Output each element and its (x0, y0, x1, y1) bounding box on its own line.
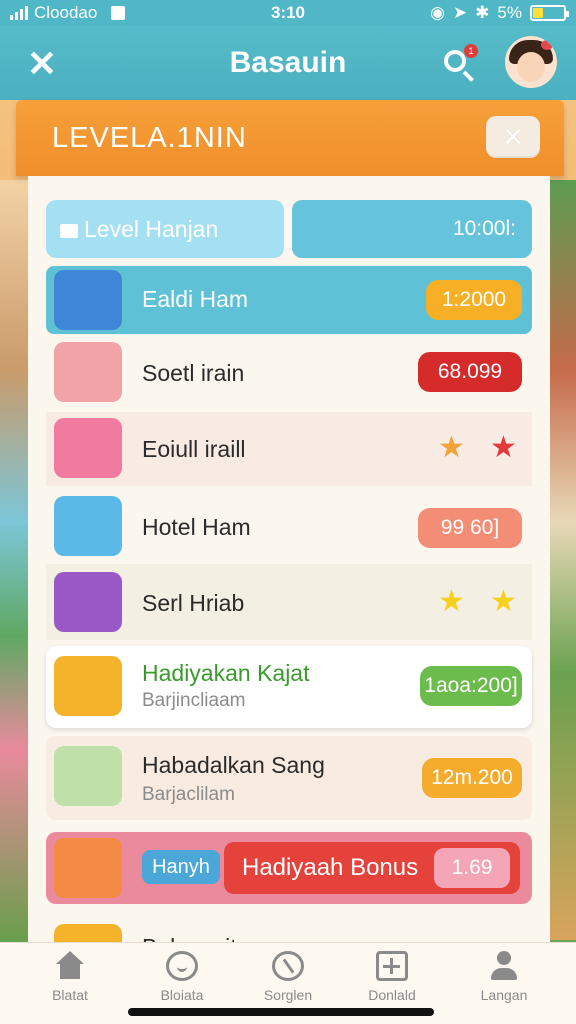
item-label: Hadiyakan Kajat (142, 660, 310, 686)
close-icon: × (503, 118, 523, 156)
star-icon: ★ (438, 585, 465, 618)
navigation-icon: ➤ (452, 3, 468, 22)
list-item[interactable]: Ealdi Ham 1:2000 (46, 266, 532, 334)
home-indicator[interactable] (128, 1008, 434, 1016)
bonus-button[interactable]: Hadiyaah Bonus 1.69 (224, 842, 520, 894)
nav-label: Sorglen (263, 987, 313, 1003)
bluetooth-icon: ✱ (475, 3, 490, 22)
list-item[interactable]: Serl Hriab ★ ★ (46, 564, 532, 640)
bonus-label: Hadiyaah Bonus (242, 854, 419, 881)
nav-profile[interactable]: Langan (454, 951, 554, 1015)
list-item[interactable]: Soetl irain 68.099 (46, 334, 532, 408)
battery-icon (530, 5, 569, 21)
carrier-info: Cloodao (10, 3, 126, 23)
star-icon: ★ (490, 431, 517, 464)
bonus-tag[interactable]: Hanyh (142, 850, 220, 884)
item-subtitle: Barjaclilam (142, 784, 235, 805)
list-item[interactable]: Habadalkan Sang Barjaclilam 12m.200 (46, 736, 532, 820)
list-item[interactable]: Hotel Ham 99 60] (46, 490, 532, 564)
page-title: Basauin (229, 46, 347, 79)
avatar[interactable] (505, 36, 557, 88)
reward-list-panel: Level Hanjan 10:00l: Ealdi Ham 1:2000 So… (28, 176, 550, 956)
home-icon (54, 951, 86, 981)
gift-box-icon (54, 342, 122, 402)
item-label: Soetl irain (142, 360, 245, 386)
modal-title: LEVELA.1NIN (52, 122, 247, 154)
nav-label: Langan (480, 987, 528, 1003)
bell-icon (166, 951, 198, 981)
tab-level-label: Level Hanjan (84, 216, 219, 242)
notification-badge: 1 (464, 44, 478, 58)
search-icon (444, 50, 466, 72)
ticket-icon (54, 270, 122, 330)
food-basket-icon (54, 746, 122, 806)
plus-icon (376, 951, 408, 981)
nav-add[interactable]: Donlald (342, 951, 442, 1015)
item-label: Habadalkan Sang (142, 752, 325, 778)
item-value: 1aoa:200] (420, 666, 522, 706)
modal-header: LEVELA.1NIN × (16, 100, 564, 176)
nav-label: Bloiata (160, 987, 204, 1003)
level-icon (60, 224, 78, 238)
item-label: Eoiull iraill (142, 436, 246, 462)
item-value: 12m.200 (422, 758, 522, 798)
gift-box-icon (54, 496, 122, 556)
tab-level[interactable]: Level Hanjan (46, 200, 284, 258)
nav-home[interactable]: Blatat (20, 951, 120, 1015)
gift-box-icon (54, 418, 122, 478)
star-icon: ★ (490, 585, 517, 618)
item-label: Serl Hriab (142, 590, 245, 616)
search-button[interactable]: 1 (440, 44, 478, 82)
item-value: 1:2000 (426, 280, 522, 320)
signal-icon (10, 6, 28, 20)
list-item-bonus[interactable]: Hanyh Hadiyaah Bonus 1.69 (46, 832, 532, 904)
star-icon: ★ (438, 431, 465, 464)
gift-box-icon (54, 838, 122, 898)
item-label: Ealdi Ham (142, 286, 249, 312)
list-item[interactable]: Hadiyakan Kajat Barjincliaam 1aoa:200] (46, 646, 532, 728)
status-bar: Cloodao 3:10 ◉ ➤ ✱ 5% (0, 0, 576, 26)
gift-box-icon (54, 656, 122, 716)
nav-label: Donlald (368, 987, 416, 1003)
notification-icon (111, 6, 126, 20)
badge-icon (54, 572, 122, 632)
level-tab-bar: Level Hanjan 10:00l: (46, 200, 532, 258)
battery-percent: 5% (497, 3, 522, 22)
app-header: ✕ Basauin 1 (0, 26, 576, 100)
wrench-icon (272, 951, 304, 981)
nav-notifications[interactable]: Bloiata (132, 951, 232, 1015)
back-button[interactable]: ✕ (22, 44, 62, 84)
background-scenery-right (546, 180, 576, 940)
back-arrow-icon: ✕ (26, 43, 58, 84)
carrier-name: Cloodao (34, 3, 98, 22)
list-item[interactable]: Eoiull iraill ★ ★ (46, 412, 532, 486)
item-value: 68.099 (418, 352, 522, 392)
item-label: Hotel Ham (142, 514, 251, 540)
item-subtitle: Barjincliaam (142, 690, 246, 711)
location-icon: ◉ (430, 3, 445, 22)
tab-value[interactable]: 10:00l: (292, 200, 532, 258)
nav-tools[interactable]: Sorglen (238, 951, 338, 1015)
item-value: 99 60] (418, 508, 522, 548)
user-icon (488, 951, 520, 981)
bonus-value: 1.69 (434, 848, 510, 888)
close-button[interactable]: × (486, 116, 540, 158)
nav-label: Blatat (52, 987, 88, 1003)
